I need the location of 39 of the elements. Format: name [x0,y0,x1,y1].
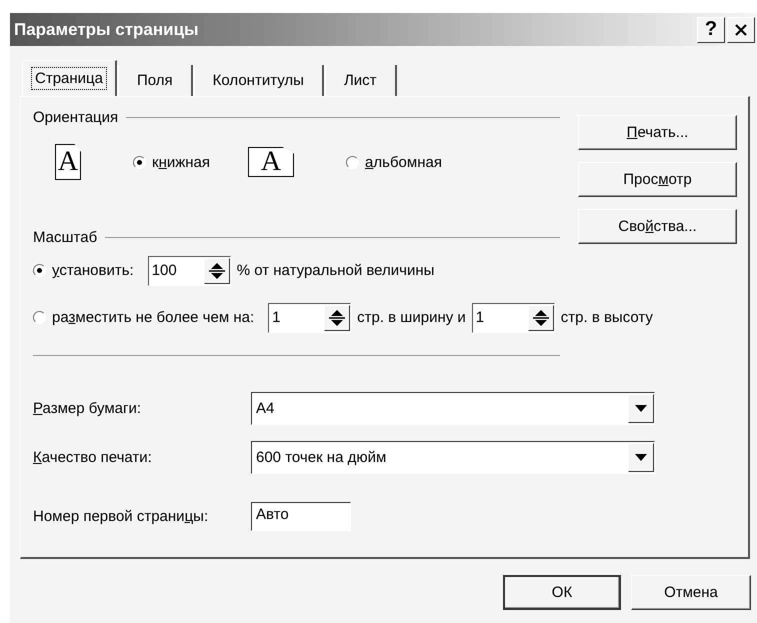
unit-label: стр. в высоту [560,309,653,326]
group-label: Масштаб [33,228,98,246]
tab[interactable]: Лист [324,65,397,96]
landscape-page-icon: A [248,147,294,177]
tab[interactable]: Поля [116,65,193,96]
window-title: Параметры страницы [14,20,200,40]
dropdown[interactable]: A4 [251,392,655,425]
dialog-button[interactable]: Печать... [578,115,737,150]
spin-buttons[interactable] [324,304,350,330]
dialog-button[interactable]: Свойства... [578,209,737,244]
field-label: Номер первой страницы: [33,508,210,525]
close-icon [734,22,748,36]
group-label: Ориентация [33,108,118,126]
radio-button[interactable] [33,264,46,277]
dialog-button[interactable]: Просмотр [578,162,737,197]
spin-buttons[interactable] [204,258,230,284]
unit-label: % от натуральной величины [236,262,434,279]
radio-button[interactable] [33,311,46,324]
spin-buttons[interactable] [528,304,554,330]
field-label: Качество печати: [33,449,153,466]
field-label: Размер бумаги: [33,400,142,417]
dropdown-arrow-icon [635,454,647,461]
dropdown-arrow-icon [635,405,647,412]
radio-button[interactable] [133,156,146,168]
option-label: альбомная [365,154,442,170]
text-field[interactable]: Авто [251,502,351,531]
dropdown[interactable]: 600 точек на дюйм [251,441,655,474]
option-label: книжная [152,154,210,170]
tab[interactable]: Колонтитулы [192,65,324,96]
radio-button[interactable] [346,156,360,168]
close-button[interactable] [727,16,755,42]
option-label: разместить не более чем на: [52,309,254,326]
dialog-button[interactable]: ОК [503,575,621,610]
tab[interactable]: Страница [22,60,117,96]
help-button[interactable]: ? [697,16,725,42]
dialog-button[interactable]: Отмена [631,575,751,610]
portrait-page-icon: A [55,144,81,180]
option-label: установить: [52,262,134,279]
unit-label: стр. в ширину и [357,309,466,326]
